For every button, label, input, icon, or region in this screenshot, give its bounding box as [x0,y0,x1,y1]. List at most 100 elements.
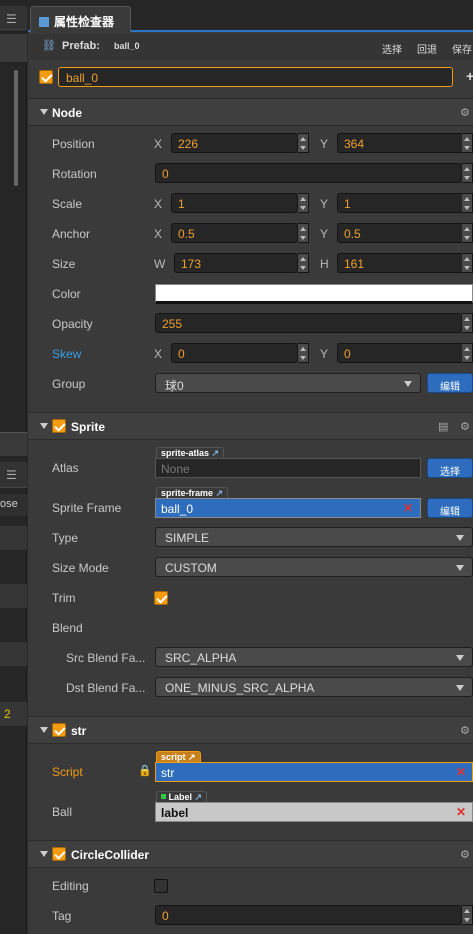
anchor-label: Anchor [52,227,91,241]
chevron-down-icon [456,565,464,571]
list-item[interactable]: 2 [0,702,27,726]
scale-x-stepper[interactable] [298,193,309,213]
anchor-y-label: Y [320,227,329,241]
sprite-frame-field[interactable]: ball_0 [155,498,421,518]
group-edit-button[interactable]: 编辑 [427,373,473,393]
size-mode-value: CUSTOM [165,561,217,575]
src-blend-select[interactable]: SRC_ALPHA [155,647,473,667]
position-y-stepper[interactable] [462,133,473,153]
script-field[interactable]: str [155,762,473,782]
external-link-icon[interactable]: ↗ [212,448,220,458]
collapse-icon[interactable] [40,109,48,115]
left-panel-label: ose [0,494,27,516]
sprite-frame-label: Sprite Frame [52,501,122,515]
skew-label: Skew [52,347,82,361]
sprite-section-header[interactable]: Sprite ▤ ⚙ [28,412,473,440]
skew-x-input[interactable]: 0 [171,343,298,363]
tab-inspector[interactable]: 属性检查器 [30,6,131,32]
editing-checkbox[interactable] [154,879,168,893]
list-item[interactable] [0,526,27,550]
scale-y-stepper[interactable] [462,193,473,213]
section-title: str [71,724,87,738]
size-w-label: W [154,257,166,271]
position-label: Position [52,137,95,151]
prefab-select-button[interactable]: 选择 [382,41,402,56]
skew-x-stepper[interactable] [298,343,309,363]
anchor-y-stepper[interactable] [462,223,473,243]
size-h-input[interactable]: 161 [337,253,463,273]
rotation-input[interactable]: 0 [155,163,462,183]
size-w-input[interactable]: 173 [174,253,298,273]
anchor-x-stepper[interactable] [298,223,309,243]
skew-y-label: Y [320,347,329,361]
collapse-icon[interactable] [40,423,48,429]
scrollbar[interactable] [14,70,18,186]
position-y-input[interactable]: 364 [337,133,463,153]
atlas-select-button[interactable]: 选择 [427,458,473,478]
position-x-input[interactable]: 226 [171,133,298,153]
collider-section-header[interactable]: CircleCollider ⚙ [28,840,473,868]
scale-y-input[interactable]: 1 [337,193,463,213]
skew-y-input[interactable]: 0 [337,343,463,363]
collapse-icon[interactable] [40,727,48,733]
node-active-checkbox[interactable] [39,70,53,84]
color-swatch[interactable] [155,284,473,304]
list-item[interactable] [0,642,27,666]
add-component-icon[interactable]: + [466,68,473,84]
type-select[interactable]: SIMPLE [155,527,473,547]
menu-icon[interactable]: ☰ [6,12,17,26]
atlas-field[interactable]: None [155,458,421,478]
clear-icon[interactable]: ✕ [456,765,466,779]
book-icon[interactable]: ▤ [438,420,448,433]
prefab-save-button[interactable]: 保存 [452,41,472,56]
skew-y-stepper[interactable] [462,343,473,363]
clear-icon[interactable]: ✕ [403,501,413,515]
ball-field[interactable]: label [155,802,473,822]
rotation-stepper[interactable] [462,163,473,183]
trim-label: Trim [52,591,76,605]
external-link-icon[interactable]: ↗ [188,752,196,762]
group-value: 球0 [165,379,184,393]
opacity-stepper[interactable] [462,313,473,333]
opacity-input[interactable]: 255 [155,313,462,333]
node-section-header[interactable]: Node ⚙ [28,98,473,126]
sprite-enabled-checkbox[interactable] [52,419,66,433]
blend-label: Blend [52,621,83,635]
dst-blend-select[interactable]: ONE_MINUS_SRC_ALPHA [155,677,473,697]
list-item[interactable] [0,584,27,608]
scale-x-input[interactable]: 1 [171,193,298,213]
tag-input[interactable]: 0 [155,905,462,925]
left-panel-header: ☰ [0,6,27,30]
sprite-frame-edit-button[interactable]: 编辑 [427,498,473,518]
menu-icon[interactable]: ☰ [6,468,17,482]
gear-icon[interactable]: ⚙ [460,106,470,119]
node-name-field[interactable]: ball_0 [58,67,453,87]
size-h-stepper[interactable] [462,253,473,273]
anchor-y-input[interactable]: 0.5 [337,223,463,243]
external-link-icon[interactable]: ↗ [216,488,224,498]
external-link-icon[interactable]: ↗ [195,792,203,802]
tag-stepper[interactable] [462,905,473,925]
str-enabled-checkbox[interactable] [52,723,66,737]
str-section-header[interactable]: str ⚙ [28,716,473,744]
chevron-down-icon [404,381,412,387]
collapse-icon[interactable] [40,851,48,857]
gear-icon[interactable]: ⚙ [460,848,470,861]
group-label: Group [52,377,86,391]
clear-icon[interactable]: ✕ [456,805,466,819]
trim-checkbox[interactable] [154,591,168,605]
group-select[interactable]: 球0 [155,373,421,393]
size-w-stepper[interactable] [298,253,309,273]
node-icon [161,794,166,799]
collider-enabled-checkbox[interactable] [52,847,66,861]
size-mode-select[interactable]: CUSTOM [155,557,473,577]
gear-icon[interactable]: ⚙ [460,420,470,433]
anchor-x-input[interactable]: 0.5 [171,223,298,243]
position-x-label: X [154,137,163,151]
type-label: Type [52,531,79,545]
gear-icon[interactable]: ⚙ [460,724,470,737]
position-x-stepper[interactable] [298,133,309,153]
prefab-label: Prefab: [62,40,100,52]
script-label: Script [52,765,83,779]
prefab-revert-button[interactable]: 回退 [417,41,437,56]
